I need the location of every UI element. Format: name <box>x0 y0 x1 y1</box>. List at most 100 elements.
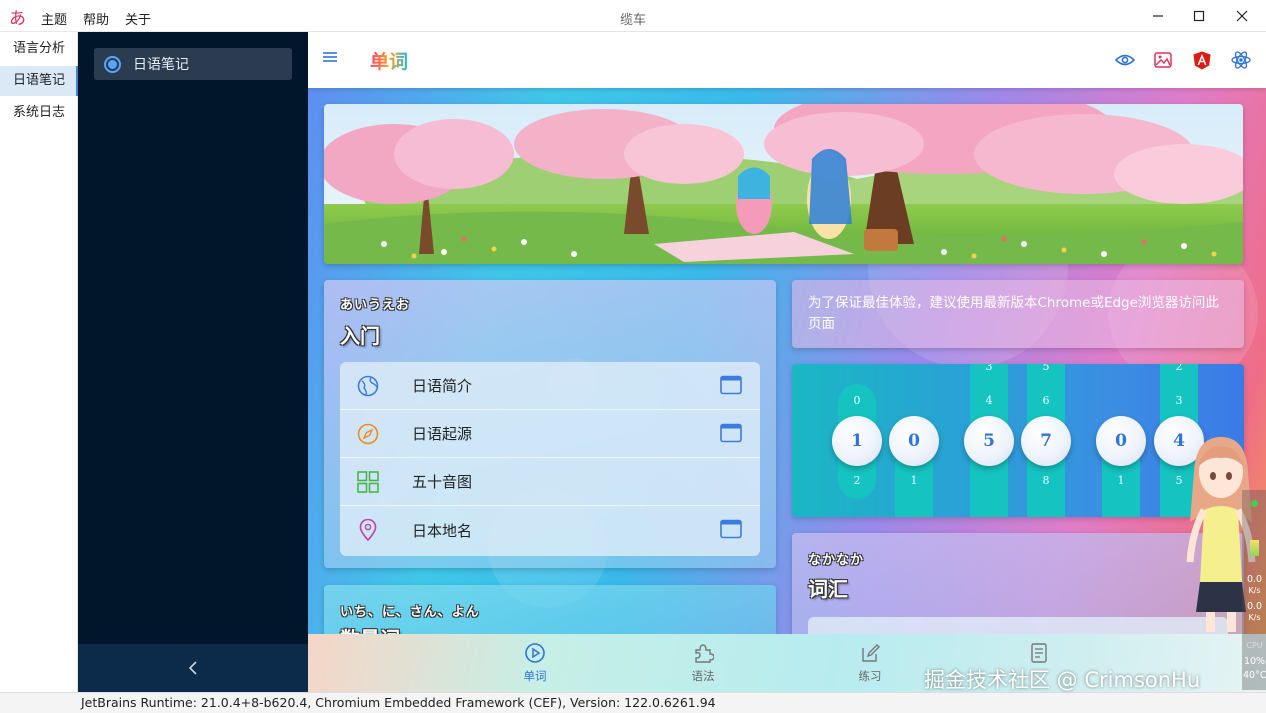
cpu-usage: 10% <box>1243 656 1266 667</box>
main-content[interactable]: あいうえお 入门 日语简介 日语起源 五十音图 日本地名 いち、に、さん、よん … <box>308 88 1266 634</box>
nav-item-system-log[interactable]: 系统日志 <box>0 98 78 128</box>
card-kana: あいうえお <box>340 298 411 313</box>
drawer-item-label: 日语笔记 <box>133 57 189 73</box>
counter-digit-above: 3 <box>1175 394 1183 407</box>
side-drawer: 日语笔记 <box>78 32 308 692</box>
list-item-japan-place-names[interactable]: 日本地名 <box>340 506 760 554</box>
list-item-label: 日本地名 <box>412 521 473 540</box>
cpu-label: CPU <box>1246 641 1263 650</box>
react-icon <box>1231 51 1251 69</box>
counter-digit-below: 2 <box>853 474 861 487</box>
browser-notice: 为了保证最佳体验，建议使用最新版本Chrome或Edge浏览器访问此页面 <box>792 280 1244 348</box>
open-window-icon[interactable] <box>720 519 742 539</box>
bottom-tab-label: 语法 <box>691 669 715 683</box>
upload-unit: K/s <box>1248 613 1261 622</box>
drawer-item-japanese-notes[interactable]: 日语笔记 <box>94 48 292 80</box>
card-title: 入门 <box>340 324 380 348</box>
list-item-japanese-origin[interactable]: 日语起源 <box>340 410 760 458</box>
counter-digit: 7 <box>1021 416 1071 466</box>
collapse-drawer-button[interactable] <box>78 644 308 692</box>
image-icon <box>1154 52 1172 68</box>
hamburger-icon <box>323 52 337 62</box>
compass-icon <box>356 422 380 446</box>
counter-digit-edge: 3 <box>985 364 993 373</box>
status-dot-icon <box>1251 500 1258 507</box>
watermark-text: 掘金技术社区 @ CrimsonHu <box>924 668 1201 692</box>
counter-digit: 0 <box>889 416 939 466</box>
download-speed: 0.0 <box>1246 574 1263 585</box>
hamburger-menu-button[interactable] <box>322 50 338 68</box>
counter-digit-below: 1 <box>1117 474 1125 487</box>
bottom-nav: 单词 语法 练习 掘金技术社区 @ CrimsonHu <box>308 634 1266 692</box>
radio-selected-icon <box>104 55 121 73</box>
nav-item-language-analysis[interactable]: 语言分析 <box>0 34 78 64</box>
counter-digit-edge: 5 <box>1042 364 1050 373</box>
intro-list: 日语简介 日语起源 五十音图 日本地名 <box>340 362 760 556</box>
vocab-list <box>808 617 1228 634</box>
app-logo-icon: あ <box>9 9 26 29</box>
close-icon <box>1236 10 1248 22</box>
title-bar: あ 主题 帮助 关于 缆车 <box>0 0 1266 32</box>
grid-icon <box>356 470 380 494</box>
open-window-icon[interactable] <box>720 375 742 395</box>
chevron-left-icon <box>188 661 197 675</box>
menu-theme[interactable]: 主题 <box>41 9 67 28</box>
card-title: 数量词 <box>340 623 400 634</box>
eye-button[interactable] <box>1114 49 1136 71</box>
list-item-japanese-intro[interactable]: 日语简介 <box>340 362 760 410</box>
left-nav: 语言分析 日语笔记 系统日志 <box>0 32 78 692</box>
list-item-label: 日语起源 <box>412 425 473 443</box>
counter-digit: 0 <box>1096 416 1146 466</box>
location-pin-icon <box>356 518 380 542</box>
card-title: 词汇 <box>808 577 848 601</box>
list-item-label: 日语简介 <box>412 377 473 395</box>
bottom-tab-practice[interactable]: 练习 <box>840 642 900 684</box>
intro-card: あいうえお 入门 日语简介 日语起源 五十音图 日本地名 <box>324 280 776 568</box>
page-title: 单词 <box>370 47 408 74</box>
window-title: 缆车 <box>619 13 646 28</box>
eye-icon <box>1115 54 1135 66</box>
counter-digit: 1 <box>832 416 882 466</box>
numbers-card: いち、に、さん、よん 数量词 <box>324 585 776 634</box>
puzzle-icon <box>695 644 714 663</box>
upload-speed: 0.0 <box>1246 601 1263 612</box>
banner-illustration <box>324 104 1243 264</box>
counter-digit-edge: 2 <box>1175 364 1183 373</box>
cpu-temperature: 40°C <box>1243 670 1266 681</box>
close-button[interactable] <box>1222 0 1262 32</box>
document-icon <box>1031 643 1047 663</box>
nav-item-japanese-notes[interactable]: 日语笔记 <box>0 66 78 96</box>
menu-about[interactable]: 关于 <box>125 9 151 28</box>
globe-icon <box>356 374 380 398</box>
download-unit: K/s <box>1248 586 1261 595</box>
angular-button[interactable] <box>1191 49 1213 71</box>
open-window-icon[interactable] <box>720 423 742 443</box>
play-circle-icon <box>525 643 545 663</box>
minimize-button[interactable] <box>1138 0 1178 32</box>
list-item-label: 五十音图 <box>412 473 473 491</box>
bottom-tab-grammar[interactable]: 语法 <box>673 642 733 684</box>
page-header: 单词 <box>308 32 1266 88</box>
bottom-tab-label: 练习 <box>858 669 882 683</box>
menu-help[interactable]: 帮助 <box>83 9 109 28</box>
status-bar: JetBrains Runtime: 21.0.4+8-b620.4, Chro… <box>0 692 1266 713</box>
bottom-tab-label: 单词 <box>523 669 547 683</box>
minimize-icon <box>1153 15 1163 17</box>
bottom-tab-words[interactable]: 单词 <box>505 642 565 684</box>
edit-icon <box>862 644 880 662</box>
banner-image <box>324 104 1243 264</box>
counter-digit-below: 1 <box>910 474 918 487</box>
maximize-icon <box>1193 10 1205 22</box>
card-kana: なかなか <box>808 553 865 568</box>
image-button[interactable] <box>1152 49 1174 71</box>
react-button[interactable] <box>1230 49 1252 71</box>
counter-digit-above: 4 <box>985 394 993 407</box>
list-item-gojuon-chart[interactable]: 五十音图 <box>340 458 760 506</box>
maximize-button[interactable] <box>1179 0 1219 32</box>
network-monitor: 0.0 K/s 0.0 K/s CPU 10% 40°C <box>1242 490 1266 690</box>
counter-digit-below: 8 <box>1042 474 1050 487</box>
counter-digit-above: 0 <box>853 394 861 407</box>
counter-digit-above: 6 <box>1042 394 1050 407</box>
meter-icon <box>1250 540 1259 556</box>
card-kana: いち、に、さん、よん <box>340 605 480 620</box>
